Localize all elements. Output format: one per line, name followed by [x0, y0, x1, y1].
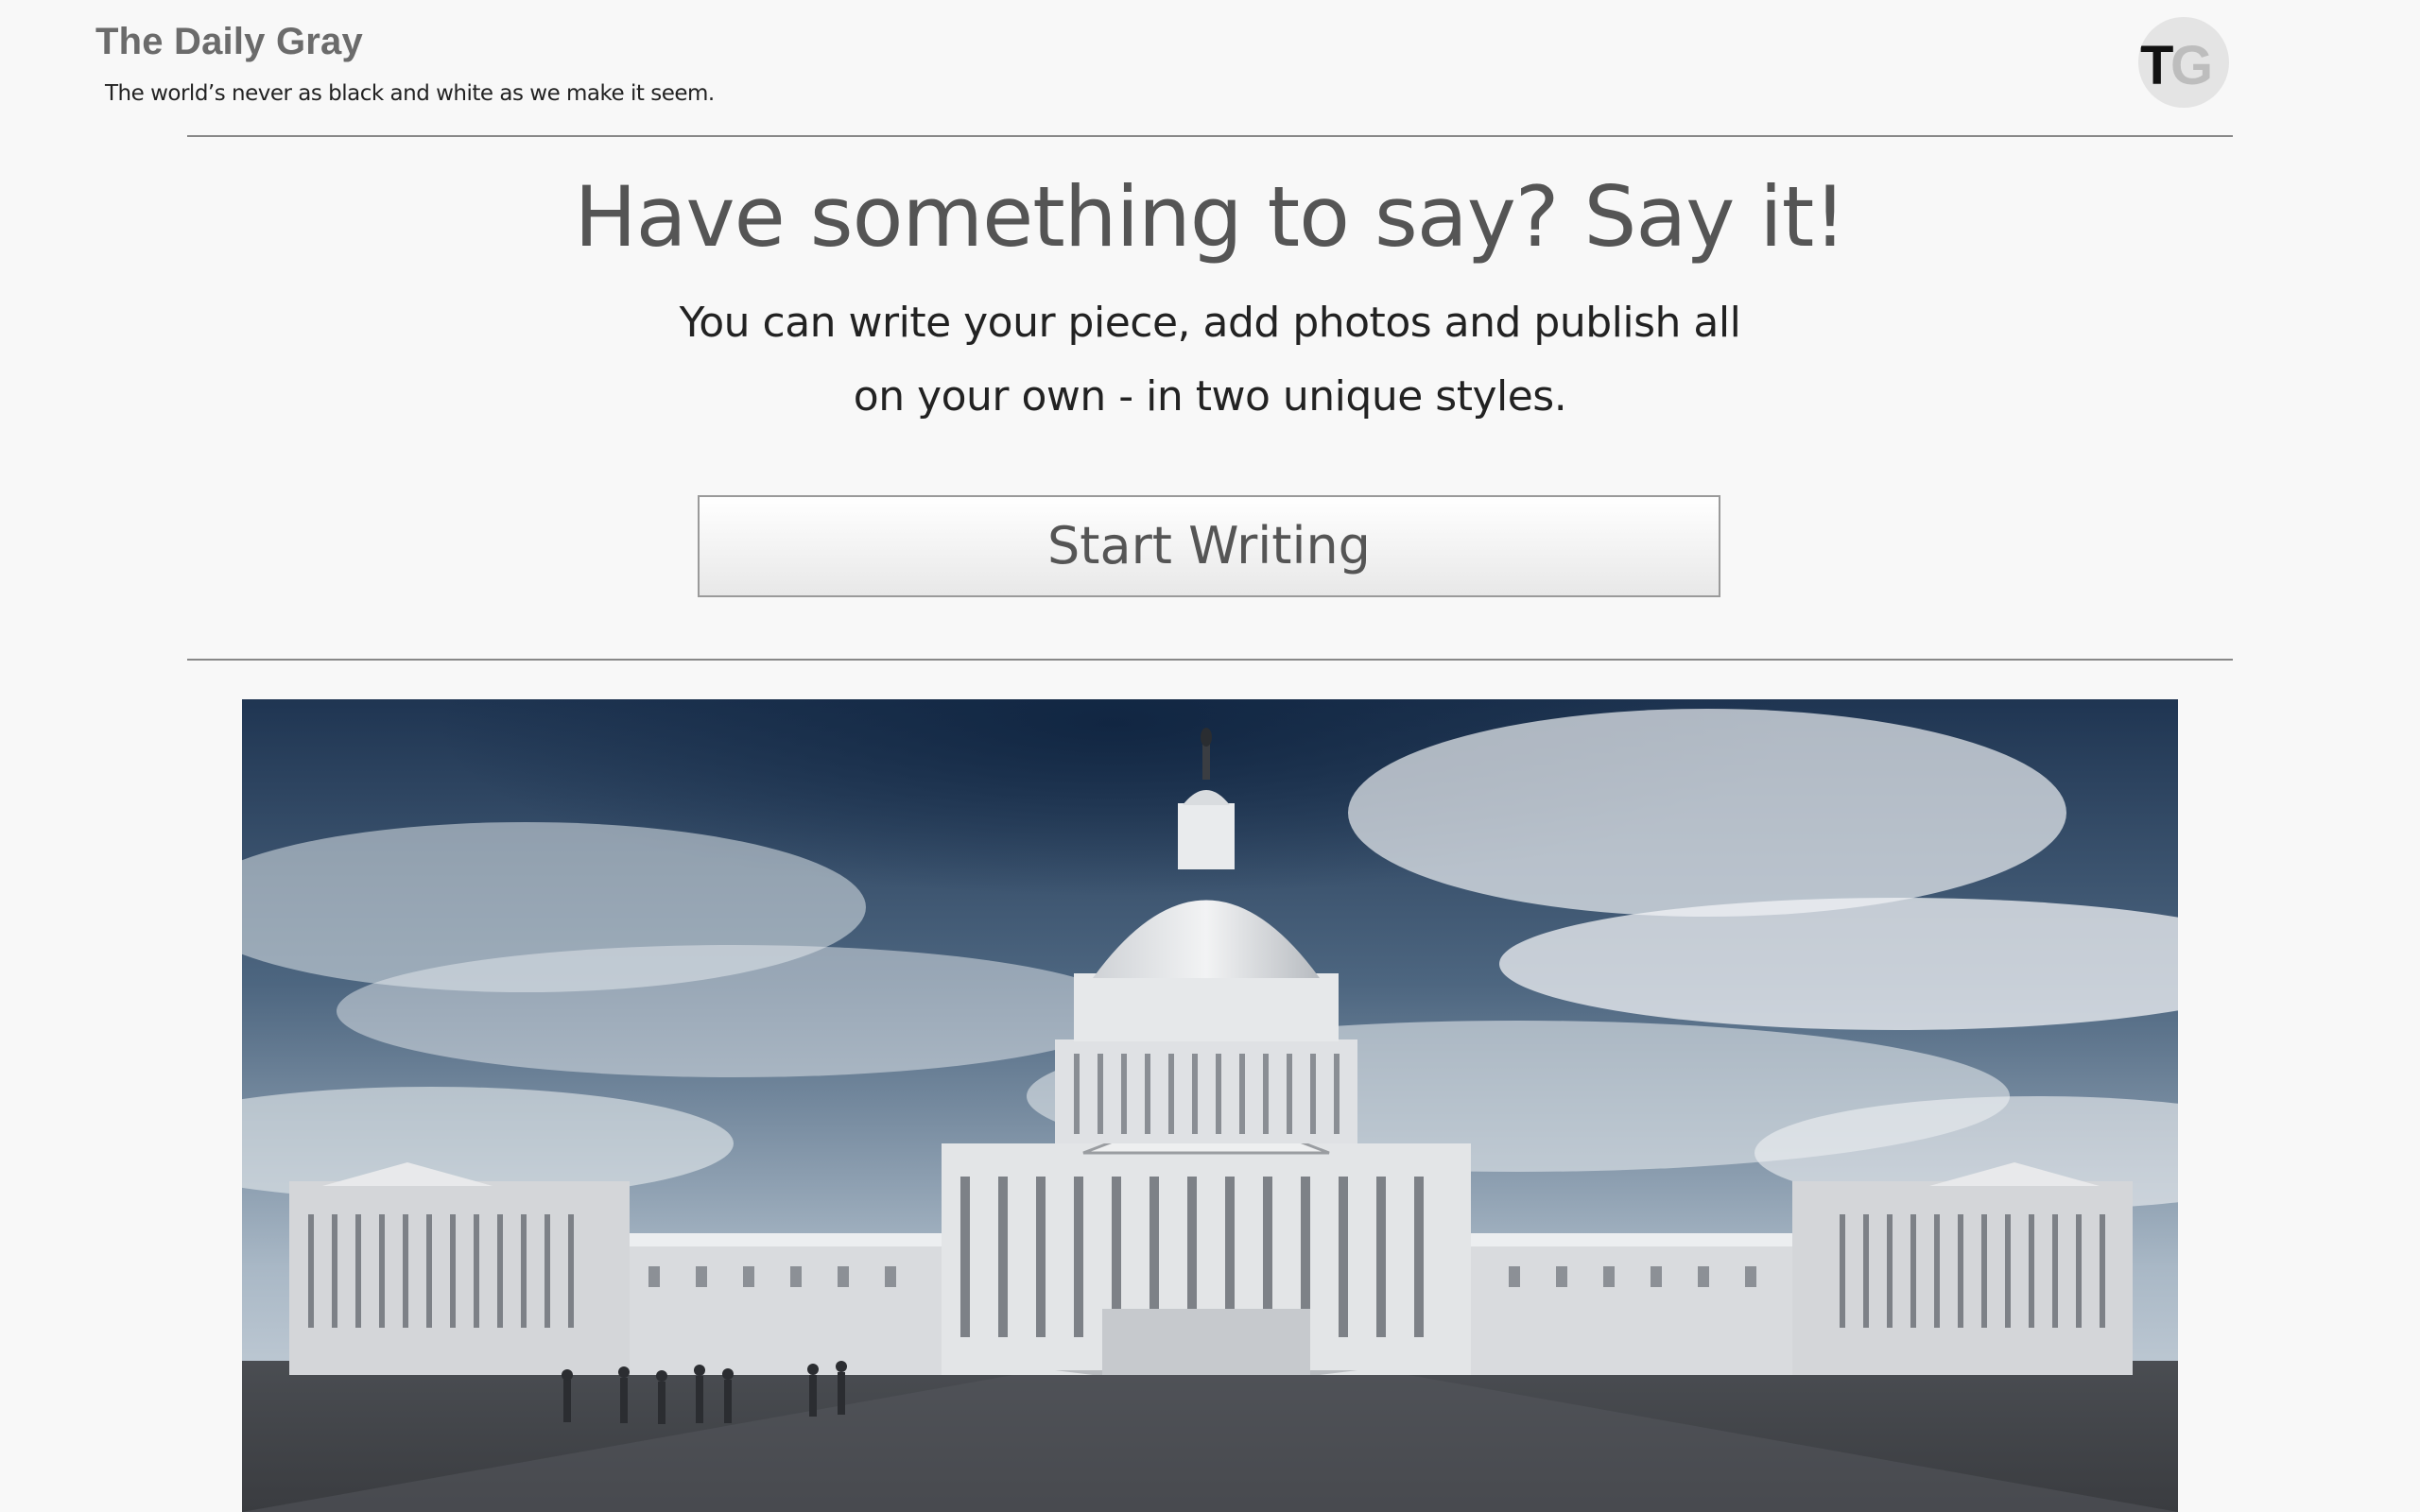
- avatar-letter-t: T: [2140, 35, 2174, 96]
- start-writing-button[interactable]: Start Writing: [698, 495, 1720, 597]
- site-logo-text[interactable]: The Daily Gray: [95, 21, 363, 63]
- hero-subtitle-line-1: You can write your piece, add photos and…: [679, 299, 1741, 347]
- user-avatar[interactable]: T G: [2138, 17, 2229, 108]
- hero-title: Have something to say? Say it!: [574, 168, 1846, 266]
- hero-subtitle-line-2: on your own - in two unique styles.: [853, 372, 1567, 421]
- capitol-feature-image: [242, 699, 2178, 1512]
- hero-subtitle: You can write your piece, add photos and…: [643, 286, 1777, 434]
- avatar-letter-g: G: [2170, 35, 2214, 96]
- site-tagline: The world’s never as black and white as …: [105, 81, 715, 106]
- bottom-divider: [187, 659, 2233, 661]
- site-header: The Daily Gray The world’s never as blac…: [0, 0, 2420, 132]
- top-divider: [187, 135, 2233, 137]
